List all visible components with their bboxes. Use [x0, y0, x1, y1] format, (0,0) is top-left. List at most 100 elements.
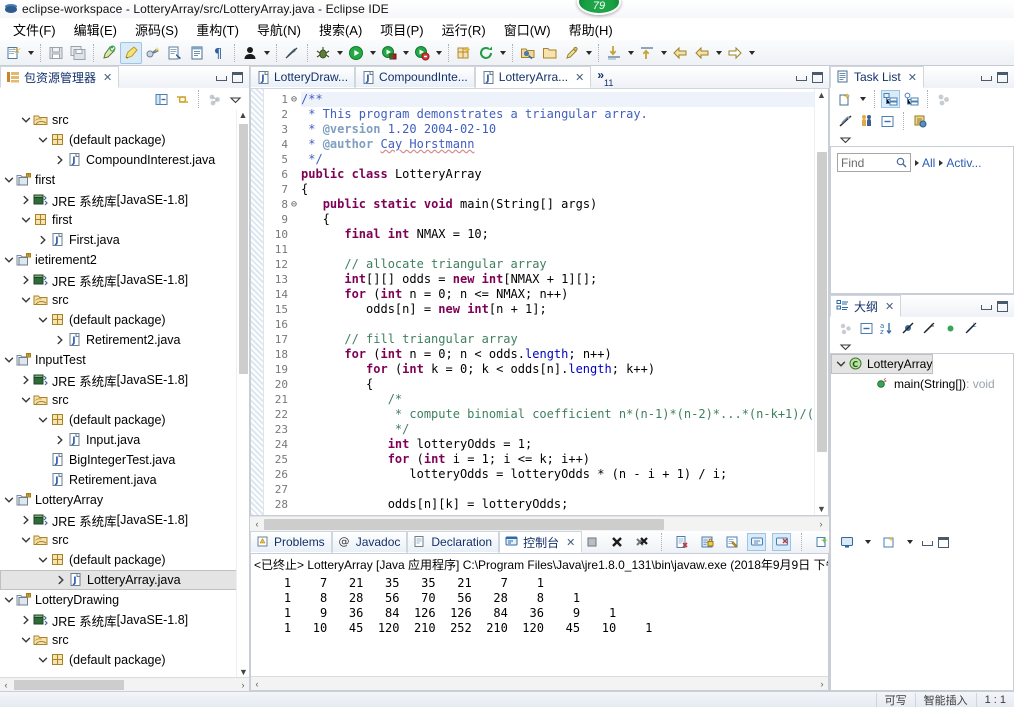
task-filter-activate[interactable]: Activ...: [939, 156, 981, 170]
tree-item[interactable]: J Input.java: [0, 430, 249, 450]
collapse-all-icon[interactable]: [152, 90, 171, 108]
console-tab[interactable]: @ Javadoc: [331, 531, 408, 553]
open-type-icon[interactable]: [164, 42, 186, 64]
chevron-right-icon[interactable]: [19, 613, 33, 627]
menu-run[interactable]: 运行(R): [433, 18, 495, 41]
chevron-right-icon[interactable]: [36, 233, 50, 247]
chevron-right-icon[interactable]: [54, 573, 68, 587]
tree-item[interactable]: src: [0, 530, 249, 550]
chevron-right-icon[interactable]: [19, 273, 33, 287]
chevron-down-icon[interactable]: [2, 353, 16, 367]
scrollbar-thumb[interactable]: [14, 679, 124, 690]
menu-navigate[interactable]: 导航(N): [248, 18, 310, 41]
open-resource-icon[interactable]: [517, 42, 539, 64]
new-wizard-icon[interactable]: [3, 42, 25, 64]
remove-all-launches-icon[interactable]: [632, 533, 651, 551]
chevron-down-icon[interactable]: [834, 357, 848, 371]
console-tab[interactable]: Problems: [250, 531, 332, 553]
menu-edit[interactable]: 编辑(E): [65, 18, 126, 41]
menu-refactor[interactable]: 重构(T): [187, 18, 248, 41]
view-menu-icon[interactable]: [226, 90, 245, 108]
chevron-down-icon[interactable]: [2, 593, 16, 607]
annotate-dropdown-arrow[interactable]: [583, 42, 594, 64]
chevron-right-icon[interactable]: [19, 193, 33, 207]
chevron-down-icon[interactable]: [36, 413, 50, 427]
minimize-icon[interactable]: [215, 72, 227, 83]
person-icon[interactable]: [239, 42, 261, 64]
chevron-down-icon[interactable]: [19, 113, 33, 127]
chevron-down-icon[interactable]: [36, 313, 50, 327]
tree-item[interactable]: J LotteryArray.java: [0, 570, 249, 590]
tree-item[interactable]: (default package): [0, 550, 249, 570]
project-tree[interactable]: src (default package) J CompoundInterest.ja…: [0, 110, 249, 677]
display-console-icon[interactable]: [837, 533, 856, 551]
scroll-up-icon[interactable]: ▲: [817, 90, 826, 100]
minimize-icon[interactable]: [921, 537, 934, 548]
editor-tab[interactable]: J LotteryArra... ✕: [474, 66, 592, 88]
editor-tab[interactable]: J CompoundInte...: [355, 66, 475, 88]
scroll-lock-icon[interactable]: [697, 533, 716, 551]
minimize-icon[interactable]: [795, 72, 807, 83]
previous-annotation-dropdown-arrow[interactable]: [658, 42, 669, 64]
hide-local-types-icon[interactable]: L: [962, 319, 981, 337]
menu-project[interactable]: 项目(P): [371, 18, 432, 41]
collapse-all-icon[interactable]: [857, 319, 876, 337]
chevron-down-icon[interactable]: [19, 633, 33, 647]
chevron-right-icon[interactable]: [53, 333, 67, 347]
tree-item[interactable]: src: [0, 290, 249, 310]
chevron-right-icon[interactable]: [53, 433, 67, 447]
console-tab[interactable]: Declaration: [407, 531, 500, 553]
tree-item[interactable]: J First.java: [0, 230, 249, 250]
debug-step-icon[interactable]: [142, 42, 164, 64]
chevron-down-icon[interactable]: [2, 253, 16, 267]
quick-fix-icon[interactable]: [98, 42, 120, 64]
menu-source[interactable]: 源码(S): [126, 18, 187, 41]
maximize-icon[interactable]: [812, 71, 823, 83]
scroll-left-icon[interactable]: ‹: [251, 679, 263, 689]
hide-static-icon[interactable]: s: [920, 319, 939, 337]
synchronize-changed-icon[interactable]: [836, 112, 855, 130]
outline-item[interactable]: s main(String[]) : void: [843, 374, 995, 394]
open-task-icon[interactable]: [186, 42, 208, 64]
new-console-view-icon[interactable]: [812, 533, 831, 551]
open-console-icon[interactable]: [772, 533, 792, 551]
tab-package-explorer[interactable]: 包资源管理器 ✕: [0, 66, 120, 88]
debug-icon[interactable]: [312, 42, 334, 64]
editor-tab-overflow[interactable]: » 11: [591, 66, 617, 88]
maximize-icon[interactable]: [997, 300, 1008, 312]
explorer-horizontal-scrollbar[interactable]: ‹ ›: [0, 677, 249, 691]
run-external-tools-icon[interactable]: [378, 42, 400, 64]
scroll-down-icon[interactable]: ▼: [237, 667, 249, 677]
open-console-menu-icon[interactable]: [879, 533, 898, 551]
refresh-icon[interactable]: [475, 42, 497, 64]
person-dropdown-arrow[interactable]: [261, 42, 272, 64]
minimize-icon[interactable]: [980, 301, 992, 312]
tree-item[interactable]: J Retirement2.java: [0, 330, 249, 350]
skip-breakpoints-icon[interactable]: [281, 42, 303, 64]
next-annotation-dropdown-arrow[interactable]: [625, 42, 636, 64]
chevron-down-icon[interactable]: [36, 133, 50, 147]
chevron-down-icon[interactable]: [19, 393, 33, 407]
chevron-right-icon[interactable]: [19, 513, 33, 527]
highlight-icon[interactable]: [120, 41, 142, 64]
run-icon[interactable]: [345, 42, 367, 64]
task-list-body[interactable]: Find All Activ...: [830, 146, 1014, 294]
new-task-icon[interactable]: [836, 90, 855, 108]
close-icon[interactable]: ✕: [885, 300, 894, 313]
folding-column[interactable]: ⊖ ⊖: [291, 89, 301, 515]
editor-vertical-scrollbar[interactable]: ▲ ▼: [814, 89, 828, 515]
tree-item[interactable]: InputTest: [0, 350, 249, 370]
run-dropdown-arrow[interactable]: [367, 42, 378, 64]
next-annotation-icon[interactable]: [603, 42, 625, 64]
external-tools-dropdown-arrow[interactable]: [400, 42, 411, 64]
tree-item[interactable]: (default package): [0, 410, 249, 430]
maximize-icon[interactable]: [232, 71, 243, 83]
refresh-dropdown-arrow[interactable]: [497, 42, 508, 64]
editor-tab[interactable]: J LotteryDraw...: [250, 66, 356, 88]
scrollbar-thumb[interactable]: [264, 518, 664, 530]
scroll-right-icon[interactable]: ›: [237, 680, 249, 690]
chevron-right-icon[interactable]: [53, 153, 67, 167]
collapse-all-icon[interactable]: [878, 112, 897, 130]
chevron-down-icon[interactable]: [36, 553, 50, 567]
scroll-right-icon[interactable]: ›: [813, 519, 829, 529]
